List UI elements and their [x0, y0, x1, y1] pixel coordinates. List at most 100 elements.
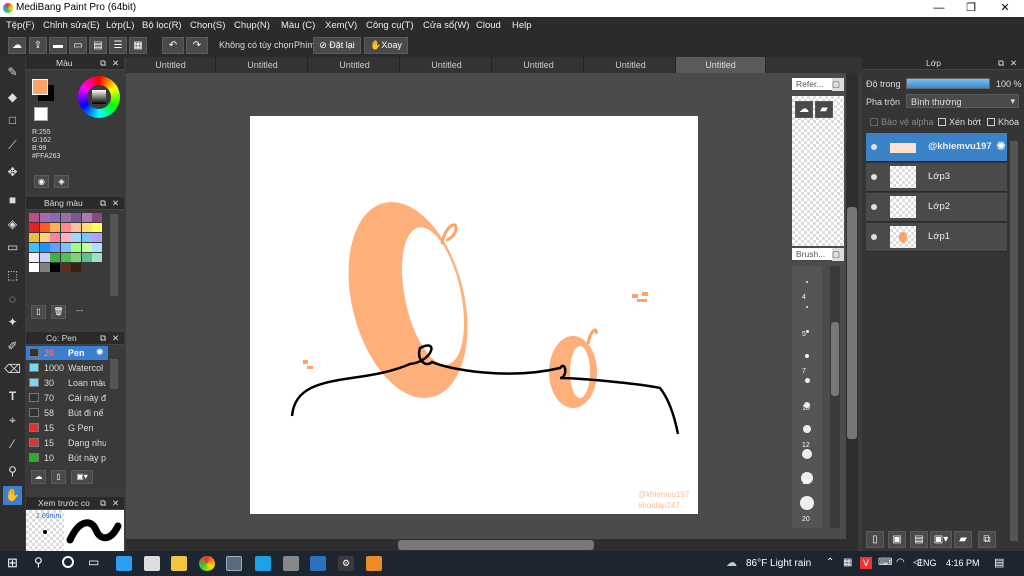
brush-size-dot[interactable] — [806, 281, 808, 283]
skype-icon[interactable] — [255, 556, 271, 571]
palette-swatch[interactable] — [50, 263, 60, 272]
brush-size-dot[interactable] — [806, 305, 808, 308]
palette-swatch[interactable] — [81, 243, 92, 252]
palette-swatch[interactable] — [60, 213, 71, 222]
palette-swatch[interactable] — [29, 243, 39, 252]
store-icon[interactable] — [144, 556, 160, 571]
divide-tool-icon[interactable]: ⁄ — [3, 435, 22, 454]
menu-layer[interactable]: Lớp(L) — [106, 20, 134, 31]
brush-size-dot[interactable] — [805, 353, 809, 358]
brush-size-dot[interactable] — [800, 495, 814, 510]
opacity-slider[interactable] — [906, 78, 990, 89]
folder-icon[interactable]: ▰ — [954, 531, 972, 548]
text-tool-icon[interactable]: T — [3, 387, 22, 406]
cortana-icon[interactable] — [62, 556, 74, 568]
minimize-button[interactable]: — — [922, 0, 956, 17]
windows-start-icon[interactable]: ⊞ — [7, 555, 18, 571]
brush-item[interactable]: 20 Pen ✺ — [26, 346, 108, 360]
menu-cloud[interactable]: Cloud — [476, 20, 501, 31]
menu-file[interactable]: Tệp(F) — [6, 20, 35, 31]
zalo-icon[interactable] — [366, 556, 382, 571]
operation-tool-icon[interactable]: ⌖ — [3, 411, 22, 430]
close-panel-icon[interactable]: ✕ — [1010, 57, 1017, 70]
transparent-color-swatch[interactable] — [34, 107, 48, 121]
tab-untitled-7[interactable]: Untitled — [676, 57, 766, 73]
brush-tool-icon[interactable]: ✎ — [3, 63, 22, 82]
select-eraser-icon[interactable]: ⌫ — [3, 360, 22, 379]
eye-icon[interactable] — [871, 234, 877, 240]
maximize-button[interactable]: ❐ — [954, 0, 988, 17]
close-panel-icon[interactable]: ✕ — [112, 332, 119, 345]
undock-icon[interactable]: ⧉ — [998, 57, 1004, 70]
palette-swatch[interactable] — [60, 223, 71, 232]
menu-select[interactable]: Chọn(S) — [190, 20, 225, 31]
brush-item[interactable]: 58 Bút đi nế — [26, 406, 108, 420]
brush-size-dot[interactable] — [802, 448, 812, 459]
palette-swatch[interactable] — [81, 213, 92, 222]
close-panel-icon[interactable]: ✕ — [112, 497, 119, 510]
eye-icon[interactable] — [871, 144, 877, 150]
layer-row-lop3[interactable]: Lớp3 — [866, 163, 1007, 192]
list-icon[interactable]: ☰ — [109, 37, 127, 54]
brush-scrollbar[interactable] — [110, 359, 118, 389]
palette-swatch[interactable] — [39, 223, 50, 232]
palette-swatch[interactable] — [60, 263, 71, 272]
palette-swatch[interactable] — [50, 253, 60, 262]
tab-untitled-6[interactable]: Untitled — [586, 57, 676, 73]
layer-scrollbar[interactable] — [1010, 141, 1018, 541]
bucket-tool-icon[interactable]: ◈ — [3, 215, 22, 234]
palette-swatch[interactable] — [71, 213, 81, 222]
palette-swatch[interactable] — [60, 253, 71, 262]
gear-icon[interactable]: ✺ — [96, 347, 104, 358]
brush-size-scrollbar[interactable] — [830, 266, 840, 528]
brush-size-dot[interactable] — [803, 425, 811, 433]
medibang-icon[interactable] — [226, 556, 242, 571]
wifi-icon[interactable]: ◠ — [896, 557, 905, 568]
palette-swatch[interactable] — [81, 223, 92, 232]
palette-swatch[interactable] — [29, 213, 39, 222]
palette-swatch[interactable] — [71, 263, 81, 272]
line-tool-icon[interactable]: ⟋ — [3, 136, 22, 155]
reference-folder-icon[interactable]: ▰ — [815, 101, 833, 118]
palette-swatch[interactable] — [29, 253, 39, 262]
task-view-icon[interactable]: ▭ — [88, 555, 99, 569]
palette-swatch[interactable] — [39, 253, 50, 262]
palette-swatch[interactable] — [50, 233, 60, 242]
palette-swatch[interactable] — [39, 243, 50, 252]
palette-swatch[interactable] — [39, 213, 50, 222]
file-explorer-icon[interactable] — [171, 556, 187, 571]
weather-text[interactable]: 86°F Light rain — [746, 558, 811, 569]
undo-icon[interactable]: ↶ — [162, 37, 184, 54]
new-8bit-layer-icon[interactable]: ▤ — [910, 531, 928, 548]
brush-item[interactable]: 30 Loan màu — [26, 376, 108, 390]
undock-icon[interactable]: ⧉ — [100, 57, 106, 70]
redo-icon[interactable]: ↷ — [186, 37, 208, 54]
new-layer-icon[interactable]: ▯ — [866, 531, 884, 548]
palette-swatch[interactable] — [50, 223, 60, 232]
tab-untitled-2[interactable]: Untitled — [218, 57, 308, 73]
menu-edit[interactable]: Chỉnh sửa(E) — [43, 20, 100, 31]
eye-icon[interactable] — [871, 174, 877, 180]
palette-swatch[interactable] — [50, 213, 60, 222]
chat-icon[interactable]: ▬ — [49, 37, 67, 54]
brush-item[interactable]: 1000 Watercol — [26, 361, 108, 375]
comment-icon[interactable]: ▭ — [69, 37, 87, 54]
camera-icon[interactable] — [283, 556, 299, 571]
duplicate-layer-icon[interactable]: ⧉ — [978, 531, 996, 548]
new-halftone-layer-icon[interactable]: ▣ — [888, 531, 906, 548]
palette-swatch[interactable] — [29, 233, 39, 242]
palette-swatch[interactable] — [81, 233, 92, 242]
primary-color-swatch[interactable] — [32, 79, 48, 95]
reference-cloud-icon[interactable]: ☁ — [795, 101, 813, 118]
blend-mode-select[interactable]: Bình thường ▾ — [906, 94, 1019, 108]
undock-icon[interactable]: ⧉ — [100, 197, 106, 210]
reset-button[interactable]: ⊘ Đặt lại — [313, 37, 361, 54]
palette-swatch[interactable] — [71, 253, 81, 262]
brush-size-dot[interactable] — [804, 377, 810, 383]
brush-item[interactable]: 10 Bút này p — [26, 451, 108, 465]
lock-checkbox[interactable] — [987, 118, 995, 126]
brush-cloud-icon[interactable]: ☁ — [31, 470, 46, 484]
palette-swatch[interactable] — [92, 223, 102, 232]
tray-app-icon[interactable]: ▦ — [843, 557, 852, 568]
menu-capture[interactable]: Chụp(N) — [234, 20, 270, 31]
